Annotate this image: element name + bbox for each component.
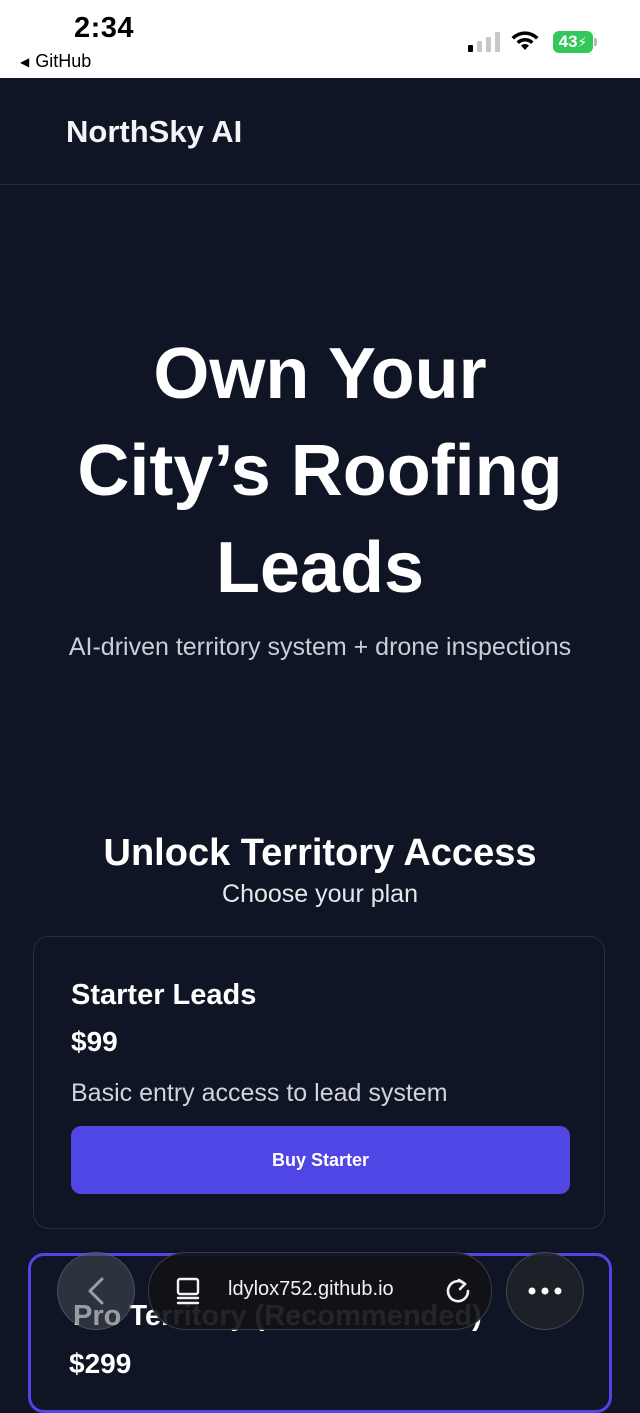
more-options-button[interactable] (506, 1252, 584, 1330)
battery-level: 43 (558, 32, 578, 51)
hero-title: Own Your City’s Roofing Leads (0, 326, 640, 617)
chevron-left-icon (88, 1277, 104, 1305)
plan-price: $99 (71, 1026, 118, 1057)
back-to-app-link[interactable]: ◀ GitHub (20, 51, 91, 72)
site-header: NorthSky AI (0, 78, 640, 185)
pricing-subtitle: Choose your plan (222, 880, 418, 908)
cellular-signal-icon (468, 32, 500, 52)
buy-starter-button[interactable]: Buy Starter (71, 1126, 570, 1194)
reload-icon[interactable] (443, 1275, 473, 1305)
battery-icon: 43 ⚡ (553, 31, 593, 53)
hero-title-line: Leads (215, 528, 425, 608)
page-menu-icon (176, 1277, 200, 1305)
hero-subtitle: AI-driven territory system + drone inspe… (68, 633, 572, 661)
plan-description: Basic entry access to lead system (71, 1079, 448, 1107)
browser-back-button[interactable] (57, 1252, 135, 1330)
wifi-icon (511, 31, 539, 50)
url-text: ldylox752.github.io (228, 1278, 394, 1300)
back-triangle-icon: ◀ (20, 54, 30, 69)
status-time: 2:34 (74, 12, 135, 44)
address-bar[interactable]: ldylox752.github.io (148, 1252, 492, 1330)
plan-price: $299 (69, 1348, 132, 1379)
brand-logo-text[interactable]: NorthSky AI (66, 114, 242, 150)
plan-name: Starter Leads (71, 979, 257, 1011)
ellipsis-icon (528, 1287, 562, 1295)
pricing-title: Unlock Territory Access (103, 832, 537, 874)
hero-title-line: Own Your (153, 334, 487, 414)
back-app-label: GitHub (35, 51, 92, 71)
plan-card-starter: Starter Leads $99 Basic entry access to … (33, 936, 605, 1229)
status-bar: 2:34 ◀ GitHub 43 ⚡ (0, 0, 640, 78)
hero-title-line: City’s Roofing (77, 431, 563, 511)
battery-nub (594, 38, 597, 46)
